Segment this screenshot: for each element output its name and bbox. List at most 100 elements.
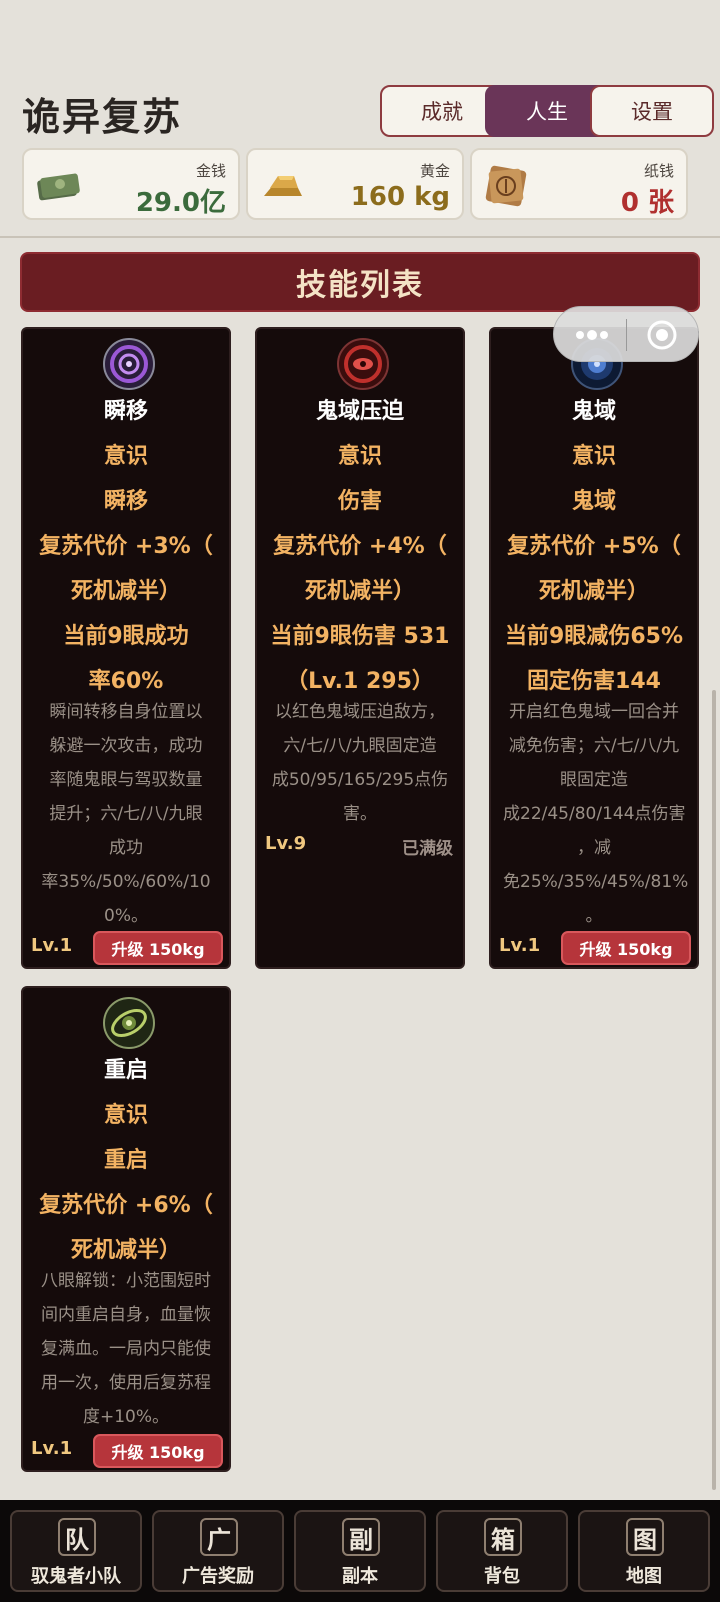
- skill-name: 鬼域: [571, 399, 616, 424]
- green-rune-icon: [103, 997, 155, 1049]
- resource-money-value: 29.0亿: [135, 188, 226, 218]
- skill-description-line: 度+10%。: [82, 1407, 170, 1427]
- skill-category: 意识: [103, 1103, 148, 1128]
- mini-program-capsule: [553, 306, 699, 362]
- cash-icon: [37, 173, 80, 201]
- skill-cost-line: 死机减半）: [304, 579, 415, 604]
- resource-paper-money-value: 0 张: [620, 188, 674, 218]
- resource-paper-money: 纸钱 0 张: [470, 148, 688, 220]
- skill-description-line: 间内重启自身，血量恢: [41, 1305, 211, 1325]
- skill-description-line: 眼固定造: [560, 770, 628, 790]
- upgrade-button[interactable]: 升级 150kg: [561, 931, 691, 965]
- ad-icon: 广: [200, 1518, 238, 1556]
- skill-category: 意识: [571, 444, 616, 469]
- skill-description-line: 害。: [343, 804, 377, 824]
- skill-description-line: 成50/95/165/295点伤: [271, 770, 449, 790]
- max-level-badge: 已满级: [402, 839, 453, 859]
- skill-level: Lv.9: [265, 833, 307, 854]
- skill-type: 伤害: [337, 489, 382, 514]
- close-target-icon[interactable]: [646, 319, 678, 351]
- skill-list-header: 技能列表: [20, 252, 700, 312]
- skill-category: 意识: [337, 444, 382, 469]
- nav-label: 背包: [484, 1566, 520, 1587]
- scrollbar[interactable]: [712, 690, 716, 1490]
- skill-level: Lv.1: [499, 935, 541, 956]
- team-icon: 队: [58, 1518, 96, 1556]
- skill-description-line: 成22/45/80/144点伤害: [503, 804, 686, 824]
- nav-backpack[interactable]: 箱 背包: [436, 1510, 568, 1592]
- skill-type: 鬼域: [571, 489, 616, 514]
- nav-dungeon[interactable]: 副 副本: [294, 1510, 426, 1592]
- app-title: 诡异复苏: [22, 95, 183, 139]
- skill-description-line: 0%。: [104, 906, 148, 926]
- skill-card-teleport: 瞬移 意识 瞬移 复苏代价 +3%（ 死机减半） 当前9眼成功 率60% 瞬间转…: [21, 327, 231, 969]
- skill-cost-line: 复苏代价 +6%（: [39, 1193, 213, 1218]
- skill-effect-line: 率60%: [88, 669, 164, 694]
- skill-description-line: 以红色鬼域压迫敌方，: [275, 702, 445, 722]
- skill-effect-line: （Lv.1 295）: [286, 669, 434, 694]
- purple-vortex-icon: [103, 338, 155, 390]
- gold-bar-icon: [264, 176, 302, 196]
- red-eye-vortex-icon: [337, 338, 389, 390]
- header-divider: [0, 236, 720, 238]
- skill-name: 鬼域压迫: [315, 399, 404, 424]
- nav-label: 广告奖励: [182, 1566, 254, 1587]
- nav-team[interactable]: 队 驭鬼者小队: [10, 1510, 142, 1592]
- skill-category: 意识: [103, 444, 148, 469]
- resource-gold-value: 160 kg: [350, 182, 450, 212]
- skill-description-line: 复满血。一局内只能使: [41, 1339, 211, 1359]
- skill-cost-line: 复苏代价 +5%（: [507, 534, 681, 559]
- resource-gold-label: 黄金: [419, 162, 450, 180]
- paper-money-icon: [485, 165, 527, 207]
- resource-paper-money-label: 纸钱: [643, 162, 674, 180]
- nav-ad-rewards[interactable]: 广 广告奖励: [152, 1510, 284, 1592]
- skill-type: 重启: [103, 1148, 148, 1173]
- skill-description-line: 率随鬼眼与驾驭数量: [49, 770, 203, 790]
- skill-description-line: 开启红色鬼域一回合并: [509, 702, 679, 722]
- more-options-icon[interactable]: [574, 325, 610, 345]
- upgrade-button[interactable]: 升级 150kg: [93, 931, 223, 965]
- skill-description-line: 六/七/八/九眼固定造: [283, 736, 437, 756]
- skill-description-line: 。: [585, 906, 603, 926]
- skill-level: Lv.1: [31, 1438, 73, 1459]
- skill-card-restart: 重启 意识 重启 复苏代价 +6%（ 死机减半） 八眼解锁：小范围短时 间内重启…: [21, 986, 231, 1472]
- skill-cost-line: 死机减半）: [70, 1238, 181, 1263]
- skill-description-line: 八眼解锁：小范围短时: [41, 1271, 211, 1291]
- skill-type: 瞬移: [103, 489, 148, 514]
- skill-description-line: 躲避一次攻击，成功: [49, 736, 203, 756]
- resource-money-label: 金钱: [195, 162, 226, 180]
- dungeon-icon: 副: [342, 1518, 380, 1556]
- map-icon: 图: [626, 1518, 664, 1556]
- nav-map[interactable]: 图 地图: [578, 1510, 710, 1592]
- nav-label: 地图: [626, 1566, 662, 1587]
- skill-effect-line: 当前9眼减伤65%: [505, 624, 683, 649]
- resource-money: 金钱 29.0亿: [22, 148, 240, 220]
- skill-description-line: 免25%/35%/45%/81%: [503, 872, 689, 892]
- skill-cost-line: 复苏代价 +3%（: [39, 534, 213, 559]
- nav-label: 驭鬼者小队: [31, 1566, 121, 1587]
- skill-cost-line: 死机减半）: [70, 579, 181, 604]
- skill-cost-line: 复苏代价 +4%（: [273, 534, 447, 559]
- capsule-separator: [626, 319, 627, 351]
- skill-name: 重启: [103, 1058, 148, 1083]
- skill-effect-line: 当前9眼伤害 531: [270, 624, 450, 649]
- skill-card-ghost-domain: 鬼域 意识 鬼域 复苏代价 +5%（ 死机减半） 当前9眼减伤65% 固定伤害1…: [489, 327, 699, 969]
- resource-gold: 黄金 160 kg: [246, 148, 464, 220]
- nav-label: 副本: [342, 1566, 378, 1587]
- skill-cost-line: 死机减半）: [538, 579, 649, 604]
- skill-effect-line: 当前9眼成功: [63, 624, 189, 649]
- skill-description-line: 成功: [109, 838, 143, 858]
- skill-description-line: 提升；六/七/八/九眼: [49, 804, 203, 824]
- skill-level: Lv.1: [31, 935, 73, 956]
- backpack-icon: 箱: [484, 1518, 522, 1556]
- skill-description-line: ，减: [577, 838, 611, 858]
- upgrade-button[interactable]: 升级 150kg: [93, 1434, 223, 1468]
- skill-name: 瞬移: [103, 399, 148, 424]
- skill-description-line: 瞬间转移自身位置以: [49, 702, 203, 722]
- skill-effect-line: 固定伤害144: [527, 669, 661, 694]
- bottom-navigation: 队 驭鬼者小队 广 广告奖励 副 副本 箱 背包 图 地图: [0, 1500, 720, 1602]
- skill-description-line: 减免伤害；六/七/八/九: [508, 736, 680, 756]
- skill-card-ghost-domain-press: 鬼域压迫 意识 伤害 复苏代价 +4%（ 死机减半） 当前9眼伤害 531 （L…: [255, 327, 465, 969]
- skill-description-line: 率35%/50%/60%/10: [41, 872, 211, 892]
- settings-button[interactable]: 设置: [590, 85, 714, 137]
